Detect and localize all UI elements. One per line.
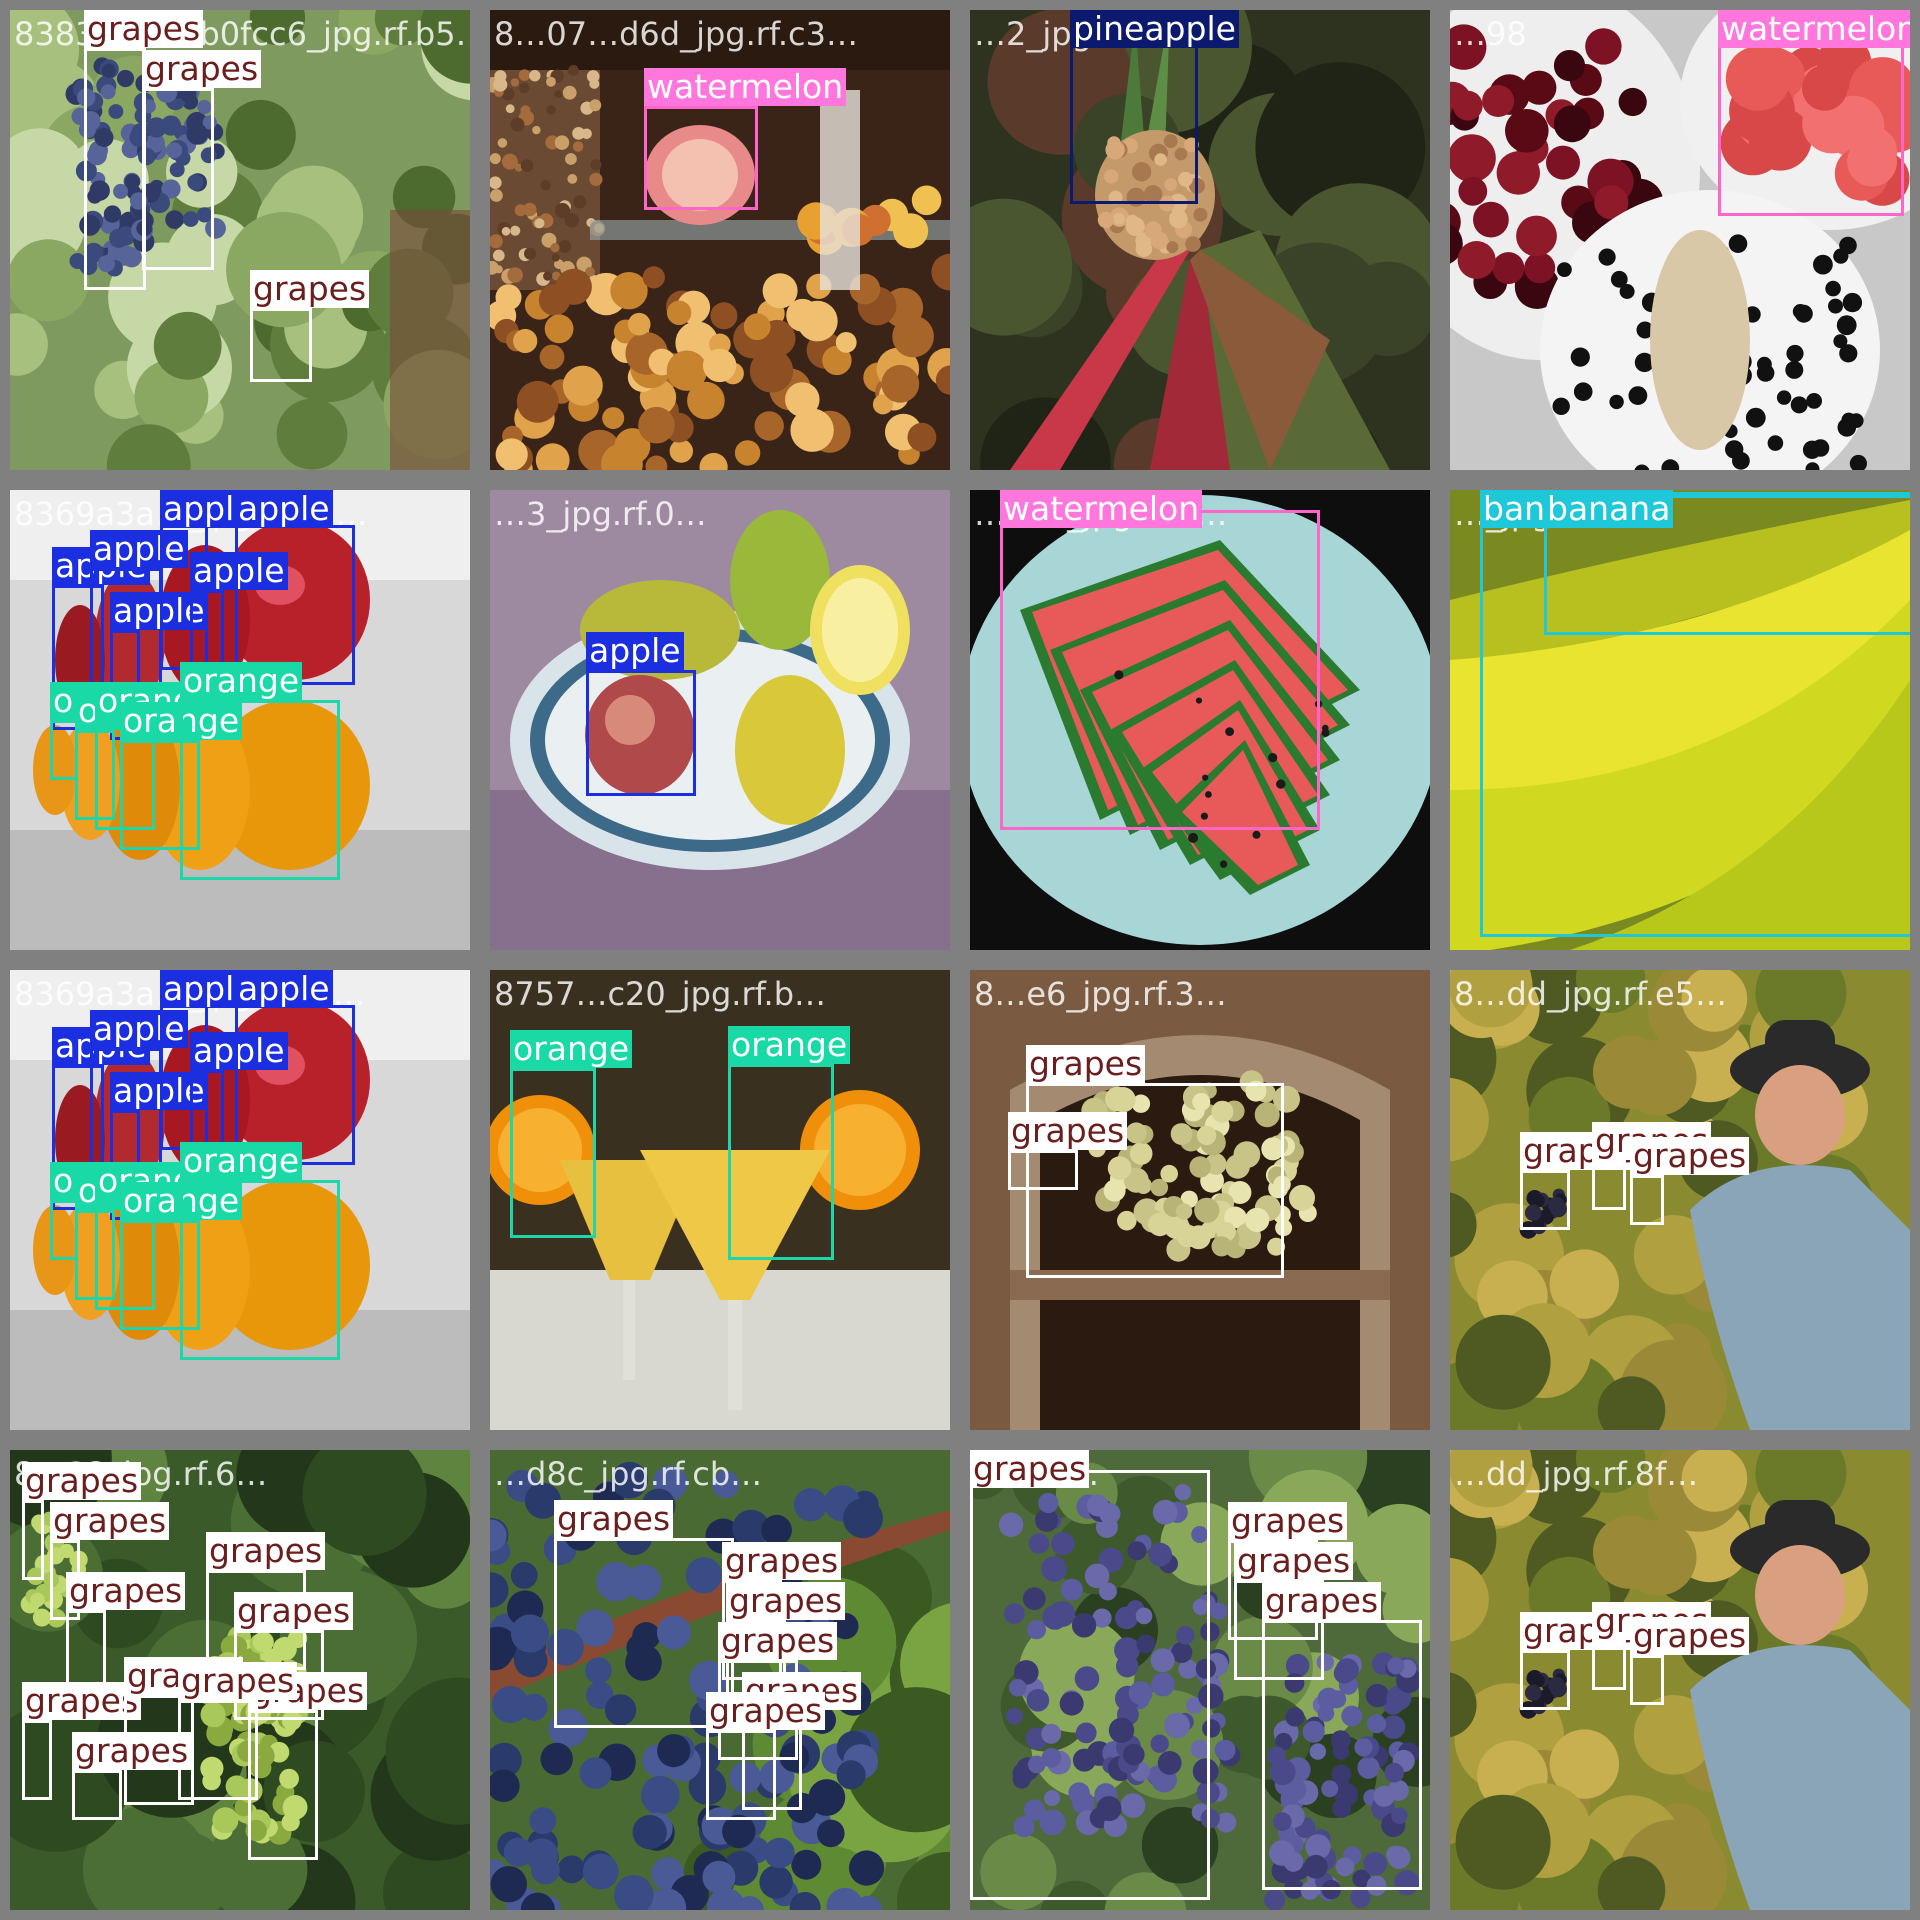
photo-pineapple-plant (970, 10, 1430, 470)
watermelon-label: watermelon (1718, 10, 1910, 48)
apple-bounding-box (586, 670, 696, 796)
grapes-bounding-box (1262, 1620, 1422, 1890)
orange-label: orange (180, 662, 303, 700)
grapes-bounding-box (1520, 1650, 1570, 1710)
grapes-label: grapes (1026, 1045, 1146, 1083)
watermelon-bounding-box (1000, 510, 1320, 830)
grapes-bounding-box (248, 1710, 318, 1860)
grapes-bounding-box (22, 1720, 52, 1800)
grapes-bounding-box (250, 308, 312, 382)
grapes-label: grapes (1228, 1502, 1348, 1540)
image-tile: …dd_jpg.rf.8f…grapesgrapesgrapes (1450, 1450, 1910, 1910)
grapes-label: grapes (726, 1582, 846, 1620)
apple-label: apple (586, 632, 684, 670)
image-tile: …98 watermelon (1450, 10, 1910, 470)
orange-label: orange (180, 1142, 303, 1180)
image-tile: 8383e…1…b0fcc6_jpg.rf.b5… grapes grapes gra… (10, 10, 470, 470)
orange-label: orange (728, 1026, 851, 1064)
grapes-bounding-box (1008, 1150, 1078, 1190)
grapes-label: grapes (178, 1662, 298, 1700)
image-tile: 8369a3a…_jpg.rf.db…appleappleappleapplea… (10, 490, 470, 950)
grapes-bounding-box (142, 88, 214, 270)
grapes-bounding-box (1592, 1160, 1626, 1210)
grapes-label: grapes (706, 1692, 826, 1730)
grapes-bounding-box (84, 48, 146, 290)
detection-mosaic: 8383e…1…b0fcc6_jpg.rf.b5… grapes grapes gra… (0, 0, 1920, 1920)
grapes-bounding-box (1630, 1175, 1664, 1225)
image-tile: …3_jpg.rf.0… apple (490, 490, 950, 950)
photo-harvester (1450, 1450, 1910, 1910)
grapes-label: grapes (1630, 1617, 1750, 1655)
grapes-label: grapes (1008, 1112, 1128, 1150)
photo-lemon-painting (490, 490, 950, 950)
grapes-label: grapes (72, 1732, 192, 1770)
grapes-label: grapes (970, 1450, 1090, 1488)
image-tile: …_jpg.rf.552bananabanana (1450, 490, 1910, 950)
orange-bounding-box (50, 1200, 78, 1260)
grapes-label: grapes (1262, 1582, 1382, 1620)
image-tile: 8…07…d6d_jpg.rf.c3… watermelon (490, 10, 950, 470)
grapes-bounding-box (22, 1500, 44, 1580)
image-tile: …2_jpg.rf.c6…pineapple (970, 10, 1430, 470)
apple-label: apple (235, 490, 333, 528)
grapes-label: grapes (66, 1572, 186, 1610)
image-tile: 8…e6_jpg.rf.3… grapes grapes (970, 970, 1430, 1430)
grapes-label: grapes (554, 1500, 674, 1538)
grapes-label: grapes (722, 1542, 842, 1580)
grapes-bounding-box (1630, 1655, 1664, 1705)
photo-harvester (1450, 970, 1910, 1430)
grapes-label: grapes (50, 1502, 170, 1540)
grapes-bounding-box (706, 1730, 776, 1820)
apple-label: apple (235, 970, 333, 1008)
image-tile: …d8c_jpg.rf.cb… grapes grapes grapes grapes g… (490, 1450, 950, 1910)
grapes-bounding-box (970, 1470, 1210, 1900)
banana-label: banana (1544, 490, 1674, 528)
grapes-label: grapes (1630, 1137, 1750, 1175)
orange-bounding-box (180, 1180, 340, 1360)
image-tile: 8…32_jpg.rf.6…grapesgrapesgrapesgrapesgr… (10, 1450, 470, 1910)
grapes-label: grapes (206, 1532, 326, 1570)
watermelon-bounding-box (1718, 20, 1904, 216)
image-tile: 8…dd_jpg.rf.e5…grapesgrapesgrapes (1450, 970, 1910, 1430)
watermelon-label: watermelon (1000, 490, 1203, 528)
watermelon-bounding-box (644, 106, 758, 210)
orange-label: orange (510, 1030, 633, 1068)
grapes-bounding-box (1592, 1640, 1626, 1690)
orange-bounding-box (50, 720, 78, 780)
image-tile: …526_jpg.rf.4…watermelon (970, 490, 1430, 950)
pineapple-label: pineapple (1070, 10, 1239, 48)
grapes-bounding-box (72, 1770, 122, 1820)
orange-bounding-box (728, 1064, 834, 1260)
grapes-label: grapes (718, 1622, 838, 1660)
image-tile: …759…grapesgrapesgrapesgrapes (970, 1450, 1430, 1910)
grapes-label: grapes (234, 1592, 354, 1630)
image-tile: 8757…c20_jpg.rf.b… orange orange (490, 970, 950, 1430)
grapes-bounding-box (1520, 1170, 1570, 1230)
orange-bounding-box (510, 1068, 596, 1238)
grapes-label: grapes (84, 10, 204, 48)
grapes-label: grapes (142, 50, 262, 88)
grapes-label: grapes (22, 1462, 142, 1500)
grapes-label: grapes (250, 270, 370, 308)
watermelon-label: watermelon (644, 68, 847, 106)
image-tile: 8369a3a…_jpg.rf.5c…appleappleappleapplea… (10, 970, 470, 1430)
orange-bounding-box (180, 700, 340, 880)
grapes-label: grapes (1234, 1542, 1354, 1580)
